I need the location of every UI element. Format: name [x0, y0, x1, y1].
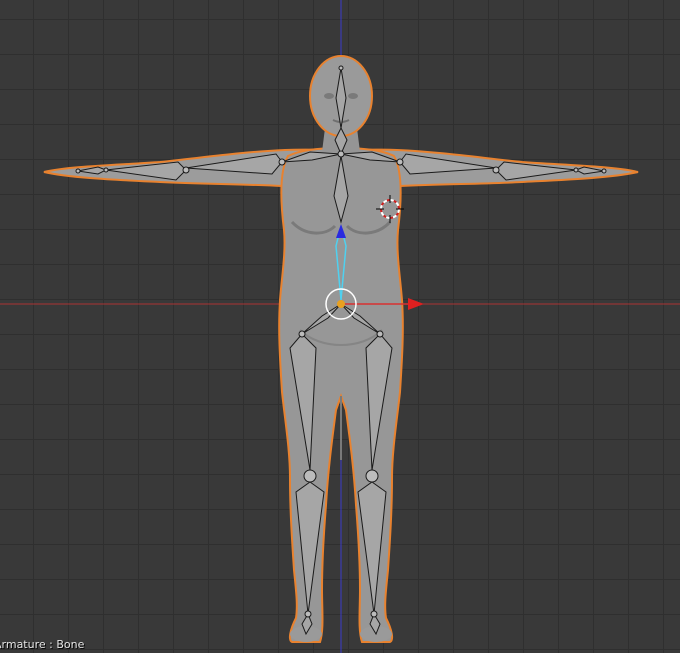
3d-viewport[interactable]: Armature : Bone [0, 0, 680, 653]
viewport-scene[interactable] [0, 0, 680, 653]
x-arrow-icon[interactable] [408, 298, 424, 310]
viewport-status-text: Armature : Bone [0, 638, 85, 651]
face-shade [324, 93, 334, 99]
pivot-point [337, 300, 345, 308]
face-shade [348, 93, 358, 99]
